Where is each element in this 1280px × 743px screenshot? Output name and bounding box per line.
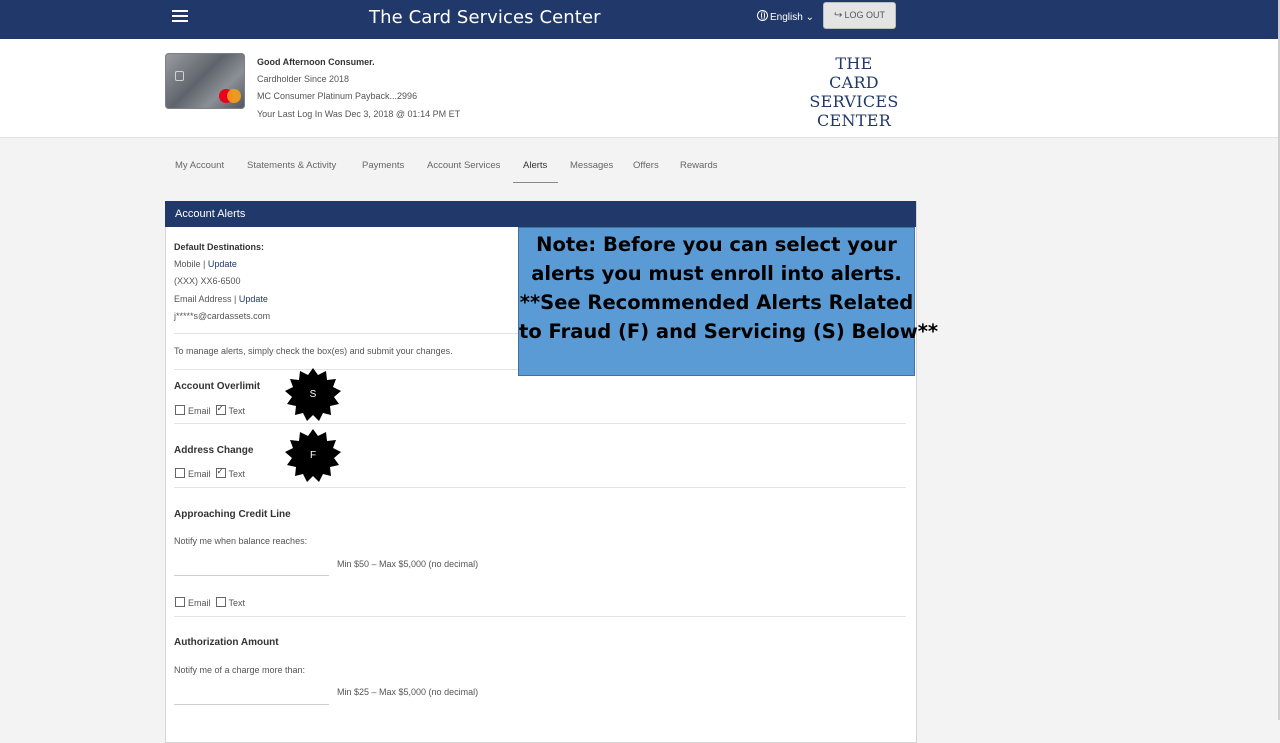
- language-label: English: [770, 12, 803, 23]
- card-chip-icon: [175, 71, 184, 81]
- divider: [174, 423, 906, 424]
- default-destinations-label: Default Destinations:: [174, 242, 265, 252]
- last-login: Your Last Log In Was Dec 3, 2018 @ 01:14…: [257, 109, 461, 119]
- logout-icon: ↪: [834, 10, 843, 21]
- balance-threshold-input[interactable]: [174, 554, 333, 576]
- logout-button[interactable]: ↪ LOG OUT: [823, 2, 896, 29]
- email-value: j*****s@cardassets.com: [174, 311, 271, 321]
- email-option-label: Email: [188, 469, 211, 479]
- account-header: Good Afternoon Consumer. Cardholder Sinc…: [0, 39, 1278, 138]
- tab-rewards[interactable]: Rewards: [680, 160, 718, 171]
- tab-alerts[interactable]: Alerts: [523, 160, 547, 171]
- text-option-label: Text: [228, 469, 246, 479]
- mobile-value: (XXX) XX6-6500: [174, 276, 241, 286]
- globe-icon: [757, 10, 768, 21]
- servicing-badge-label: S: [309, 389, 317, 400]
- tab-account-services[interactable]: Account Services: [427, 160, 500, 171]
- tab-statements-activity[interactable]: Statements & Activity: [247, 160, 336, 171]
- logo-line-2: CARD SERVICES: [809, 73, 899, 111]
- email-label: Email Address: [174, 294, 232, 304]
- charge-prompt: Notify me of a charge more than:: [174, 665, 306, 675]
- note-line-4: to Fraud (F) and Servicing (S) Below**: [519, 320, 939, 343]
- tab-my-account[interactable]: My Account: [175, 160, 224, 171]
- section-title-address-change: Address Change: [174, 445, 254, 456]
- greeting: Good Afternoon Consumer.: [257, 57, 375, 67]
- tab-payments[interactable]: Payments: [362, 160, 404, 171]
- tab-messages[interactable]: Messages: [570, 160, 613, 171]
- email-option-label: Email: [188, 406, 211, 416]
- mastercard-logo: [219, 89, 241, 103]
- divider: [174, 616, 906, 617]
- approaching-credit-line-options: Email Text: [175, 597, 250, 608]
- chevron-down-icon: ⌄: [805, 12, 814, 23]
- top-navigation-bar: The Card Services Center English ⌄ ↪ LOG …: [0, 0, 1280, 39]
- text-option-label: Text: [228, 598, 246, 608]
- charge-threshold-input[interactable]: [174, 683, 333, 705]
- update-mobile-link[interactable]: Update: [208, 259, 237, 269]
- tab-offers[interactable]: Offers: [633, 160, 659, 171]
- servicing-badge: S: [284, 368, 342, 422]
- update-email-link[interactable]: Update: [239, 294, 268, 304]
- note-callout: Note: Before you can select your alerts …: [518, 227, 939, 376]
- approaching-credit-line-email-checkbox[interactable]: [175, 597, 185, 607]
- text-option-label: Text: [228, 406, 246, 416]
- panel-header: Account Alerts: [165, 201, 916, 227]
- approaching-credit-line-text-checkbox[interactable]: [215, 597, 226, 607]
- mobile-label: Mobile: [174, 259, 201, 269]
- section-title-authorization-amount: Authorization Amount: [174, 637, 279, 648]
- note-line-3: **See Recommended Alerts Related: [519, 291, 914, 314]
- hamburger-icon[interactable]: [172, 10, 188, 24]
- credit-card-image: [165, 53, 245, 109]
- brand-logo: THE CARD SERVICES CENTER: [790, 54, 918, 130]
- fraud-badge-label: F: [309, 450, 317, 461]
- active-tab-underline: [513, 182, 558, 183]
- logo-line-1: THE: [835, 54, 873, 73]
- divider: [174, 487, 906, 488]
- input-underline: [174, 704, 329, 705]
- account-overlimit-email-checkbox[interactable]: [175, 405, 185, 415]
- email-option-label: Email: [188, 598, 211, 608]
- note-line-2: alerts you must enroll into alerts.: [531, 262, 902, 285]
- language-selector[interactable]: English ⌄: [757, 10, 814, 23]
- fraud-badge: F: [284, 429, 342, 483]
- balance-prompt: Notify me when balance reaches:: [174, 536, 308, 546]
- balance-hint: Min $50 – Max $5,000 (no decimal): [337, 559, 479, 569]
- instructions-text: To manage alerts, simply check the box(e…: [174, 346, 453, 356]
- charge-hint: Min $25 – Max $5,000 (no decimal): [337, 687, 479, 697]
- mobile-row: Mobile | Update: [174, 259, 237, 269]
- address-change-text-checkbox[interactable]: [215, 466, 226, 478]
- address-change-options: Email Text: [175, 466, 250, 479]
- address-change-email-checkbox[interactable]: [175, 468, 185, 478]
- card-name: MC Consumer Platinum Payback...2996: [257, 91, 418, 101]
- section-title-approaching-credit-line: Approaching Credit Line: [174, 509, 291, 520]
- panel-title: Account Alerts: [175, 208, 246, 220]
- note-line-1: Note: Before you can select your: [536, 233, 897, 256]
- cardholder-since: Cardholder Since 2018: [257, 74, 350, 84]
- site-title: The Card Services Center: [369, 7, 601, 28]
- input-underline: [174, 575, 329, 576]
- account-overlimit-options: Email Text: [175, 403, 250, 416]
- section-title-account-overlimit: Account Overlimit: [174, 381, 261, 392]
- email-row: Email Address | Update: [174, 294, 268, 304]
- account-overlimit-text-checkbox[interactable]: [215, 403, 226, 415]
- logo-line-3: CENTER: [816, 111, 892, 130]
- logout-label: LOG OUT: [844, 10, 885, 20]
